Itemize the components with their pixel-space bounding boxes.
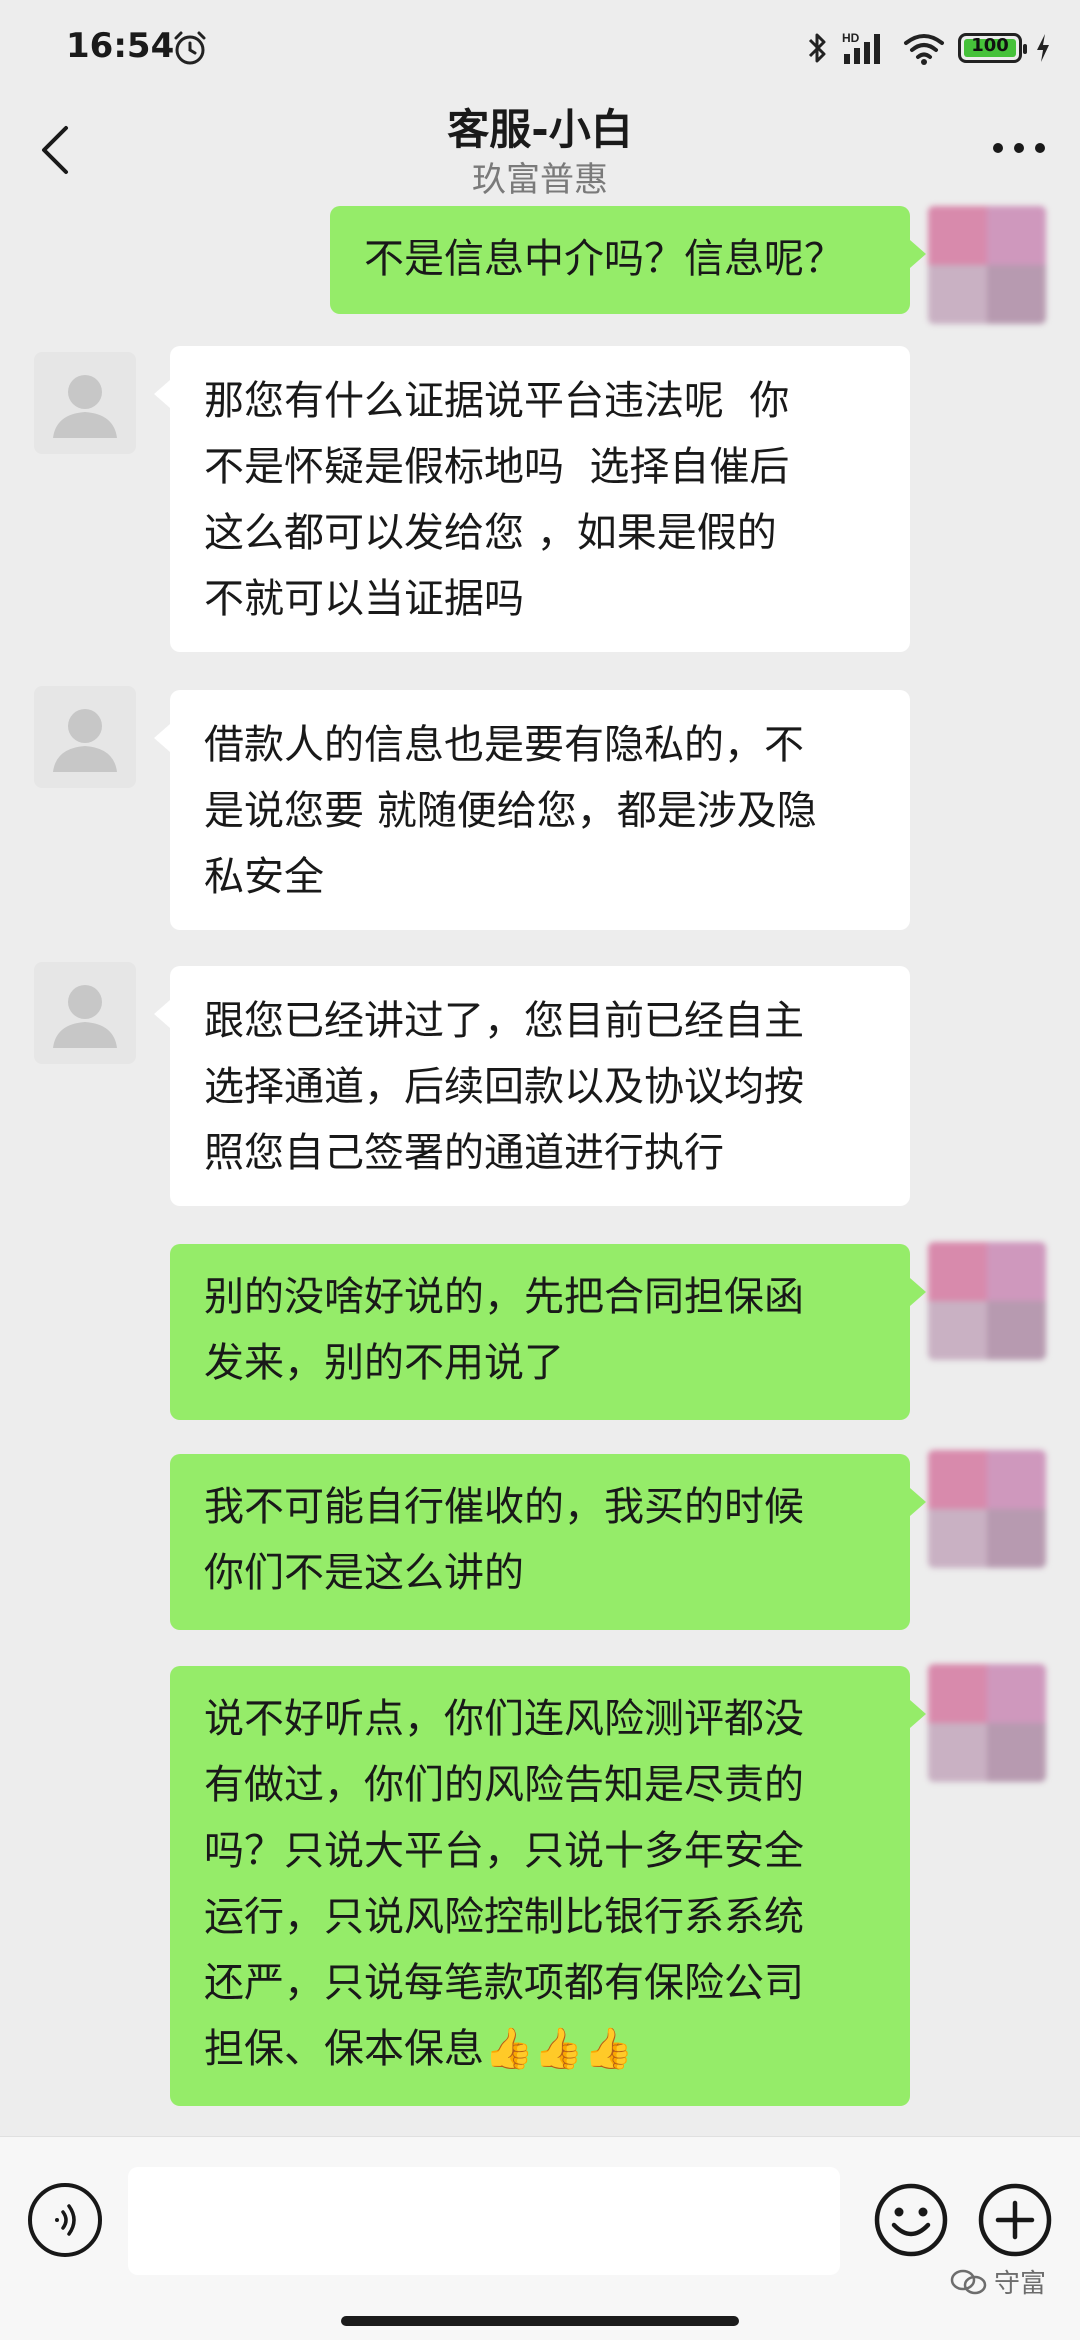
contact-avatar[interactable] bbox=[34, 352, 136, 454]
chat-title: 客服-小白 bbox=[447, 105, 633, 154]
more-button[interactable] bbox=[984, 118, 1054, 178]
signal-icon: HD bbox=[842, 31, 880, 64]
home-indicator[interactable] bbox=[341, 2316, 739, 2326]
message-bubble-outgoing[interactable]: 我不可能自行催收的，我买的时候 你们不是这么讲的 bbox=[170, 1454, 926, 1630]
message-bubble-outgoing[interactable]: 别的没啥好说的，先把合同担保函 发来，别的不用说了 bbox=[170, 1244, 926, 1420]
self-avatar[interactable] bbox=[928, 1664, 1046, 1782]
battery-level: 100 bbox=[971, 35, 1009, 56]
charging-icon bbox=[1037, 34, 1049, 62]
emoji-icon[interactable] bbox=[872, 2181, 950, 2259]
self-avatar[interactable] bbox=[928, 206, 1046, 324]
plus-icon[interactable] bbox=[976, 2181, 1054, 2259]
wifi-icon bbox=[904, 34, 944, 65]
more-dots-icon bbox=[993, 143, 1045, 153]
status-bar: 16:54 HD 100 bbox=[0, 0, 1080, 96]
message-bubble-incoming[interactable]: 跟您已经讲过了，您目前已经自主 选择通道，后续回款以及协议均按 照您自己签署的通… bbox=[154, 966, 910, 1206]
voice-icon bbox=[55, 2204, 76, 2236]
default-avatar-icon bbox=[53, 985, 117, 1048]
default-avatar-icon bbox=[53, 375, 117, 438]
alarm-icon bbox=[174, 31, 206, 65]
battery-icon: 100 bbox=[958, 33, 1027, 63]
voice-button[interactable] bbox=[28, 2183, 102, 2257]
message-bubble-outgoing[interactable]: 说不好听点，你们连风险测评都没 有做过，你们的风险告知是尽责的 吗？只说大平台，… bbox=[170, 1666, 926, 2106]
contact-avatar[interactable] bbox=[34, 686, 136, 788]
nav-bar: 客服-小白 玖富普惠 bbox=[0, 96, 1080, 206]
message-bubble-outgoing[interactable]: 不是信息中介吗？信息呢？ bbox=[330, 206, 926, 314]
watermark: 守富 bbox=[950, 2263, 1046, 2300]
watermark-text: 守富 bbox=[993, 2269, 1046, 2299]
status-icons: HD 100 bbox=[806, 26, 1052, 70]
contact-avatar[interactable] bbox=[34, 962, 136, 1064]
self-avatar[interactable] bbox=[928, 1450, 1046, 1568]
status-time: 16:54 bbox=[66, 26, 175, 66]
input-bar: 守富 bbox=[0, 2136, 1080, 2340]
chat-screen: 16:54 HD 100 客服-小白 玖富普惠 不是信息中介吗？信息呢？ 那您有… bbox=[0, 0, 1080, 2340]
message-input[interactable] bbox=[128, 2167, 840, 2275]
wechat-logo-icon bbox=[950, 2269, 987, 2294]
bluetooth-icon bbox=[808, 33, 826, 63]
message-list: 不是信息中介吗？信息呢？ 那您有什么证据说平台违法呢 你 不是怀疑是假标地吗 选… bbox=[0, 206, 1080, 2136]
message-bubble-incoming[interactable]: 那您有什么证据说平台违法呢 你 不是怀疑是假标地吗 选择自催后 这么都可以发给您… bbox=[154, 346, 910, 652]
default-avatar-icon bbox=[53, 709, 117, 772]
self-avatar[interactable] bbox=[928, 1242, 1046, 1360]
chat-subtitle: 玖富普惠 bbox=[472, 160, 608, 200]
network-type-label: HD bbox=[842, 31, 860, 45]
message-bubble-incoming[interactable]: 借款人的信息也是要有隐私的，不 是说您要 就随便给您，都是涉及隐 私安全 bbox=[154, 690, 910, 930]
